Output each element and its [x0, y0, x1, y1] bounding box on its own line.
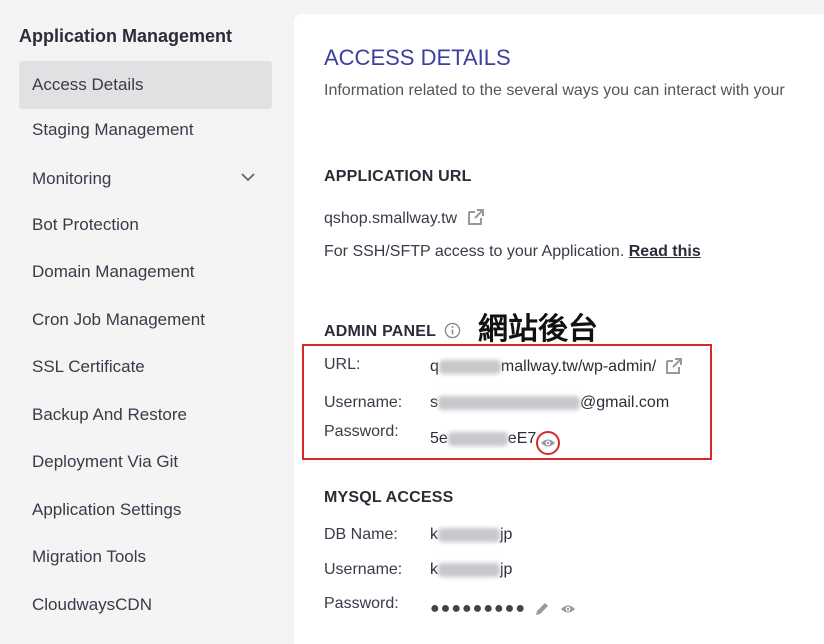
- sidebar-item-migration-tools[interactable]: Migration Tools: [19, 533, 272, 581]
- admin-password-prefix: 5e: [430, 430, 448, 447]
- sidebar-item-monitoring[interactable]: Monitoring: [19, 155, 272, 203]
- sidebar-item-label: SSL Certificate: [32, 357, 145, 376]
- admin-url-prefix: q: [430, 358, 439, 375]
- pencil-icon[interactable]: [534, 601, 550, 617]
- page-title: ACCESS DETAILS: [324, 45, 511, 70]
- admin-panel-heading-row: ADMIN PANEL: [324, 322, 461, 341]
- admin-panel-annotation: 網站後台: [478, 312, 598, 347]
- chevron-down-icon[interactable]: [240, 169, 256, 185]
- sidebar-item-cloudwayscdn[interactable]: CloudwaysCDN: [19, 581, 272, 629]
- db-name-prefix: k: [430, 526, 438, 543]
- sidebar-item-label: Backup And Restore: [32, 405, 187, 424]
- sidebar: Application Management Access Details St…: [0, 0, 285, 629]
- ssh-info-text: For SSH/SFTP access to your Application.: [324, 243, 625, 260]
- application-url-row: qshop.smallway.tw: [324, 207, 486, 228]
- sidebar-item-staging-management[interactable]: Staging Management: [19, 106, 272, 154]
- sidebar-item-application-settings[interactable]: Application Settings: [19, 486, 272, 534]
- application-url-heading: APPLICATION URL: [324, 168, 472, 185]
- page-description: Information related to the several ways …: [324, 82, 785, 99]
- access-details-panel: ACCESS DETAILS Information related to th…: [294, 14, 824, 644]
- admin-password-suffix: eE7: [507, 430, 537, 447]
- external-link-icon[interactable]: [664, 356, 684, 376]
- db-username-value: k jp: [430, 561, 512, 579]
- sidebar-item-label: Staging Management: [32, 120, 194, 139]
- sidebar-item-cron-job-management[interactable]: Cron Job Management: [19, 296, 272, 344]
- admin-username-label: Username:: [324, 394, 403, 411]
- sidebar-item-ssl-certificate[interactable]: SSL Certificate: [19, 343, 272, 391]
- sidebar-item-label: Application Settings: [32, 500, 182, 519]
- db-name-suffix: jp: [500, 526, 513, 543]
- redacted-text: [438, 395, 580, 410]
- db-username-prefix: k: [430, 561, 438, 578]
- db-name-value: k jp: [430, 526, 512, 544]
- sidebar-item-label: Monitoring: [32, 169, 112, 188]
- sidebar-item-label: CloudwaysCDN: [32, 595, 152, 614]
- application-url-link[interactable]: qshop.smallway.tw: [324, 210, 457, 227]
- db-username-suffix: jp: [500, 561, 513, 578]
- sidebar-item-backup-and-restore[interactable]: Backup And Restore: [19, 391, 272, 439]
- admin-url-suffix: mallway.tw/wp-admin/: [500, 358, 657, 375]
- redacted-text: [438, 562, 500, 577]
- sidebar-item-domain-management[interactable]: Domain Management: [19, 248, 272, 296]
- mysql-access-heading: MYSQL ACCESS: [324, 489, 454, 506]
- sidebar-item-label: Domain Management: [32, 262, 195, 281]
- admin-username-prefix: s: [430, 394, 438, 411]
- admin-url-label: URL:: [324, 356, 361, 373]
- sidebar-item-label: Cron Job Management: [32, 310, 205, 329]
- admin-panel-heading: ADMIN PANEL: [324, 323, 436, 340]
- sidebar-item-access-details[interactable]: Access Details: [19, 61, 272, 109]
- sidebar-item-bot-protection[interactable]: Bot Protection: [19, 201, 272, 249]
- sidebar-item-label: Bot Protection: [32, 215, 139, 234]
- external-link-icon[interactable]: [466, 207, 486, 227]
- eye-icon[interactable]: [540, 437, 556, 449]
- ssh-info-row: For SSH/SFTP access to your Application.…: [324, 243, 701, 261]
- sidebar-item-label: Deployment Via Git: [32, 452, 179, 471]
- admin-password-label: Password:: [324, 423, 399, 440]
- db-password-label: Password:: [324, 595, 399, 612]
- db-password-mask: ●●●●●●●●●: [430, 600, 526, 617]
- eye-icon[interactable]: [559, 603, 577, 615]
- db-name-label: DB Name:: [324, 526, 398, 543]
- read-this-link[interactable]: Read this: [629, 243, 701, 260]
- admin-username-suffix: @gmail.com: [580, 394, 670, 411]
- db-username-label: Username:: [324, 561, 403, 578]
- redacted-text: [447, 431, 508, 446]
- admin-url-value[interactable]: q mallway.tw/wp-admin/: [430, 356, 684, 376]
- admin-password-value: 5e eE7: [430, 430, 536, 448]
- sidebar-item-label: Access Details: [32, 75, 144, 94]
- sidebar-item-label: Migration Tools: [32, 547, 147, 566]
- redacted-text: [438, 359, 501, 374]
- sidebar-title: Application Management: [19, 26, 233, 46]
- redacted-text: [438, 527, 500, 542]
- info-icon[interactable]: [444, 322, 461, 339]
- sidebar-item-deployment-via-git[interactable]: Deployment Via Git: [19, 438, 272, 486]
- admin-username-value: s @gmail.com: [430, 394, 669, 412]
